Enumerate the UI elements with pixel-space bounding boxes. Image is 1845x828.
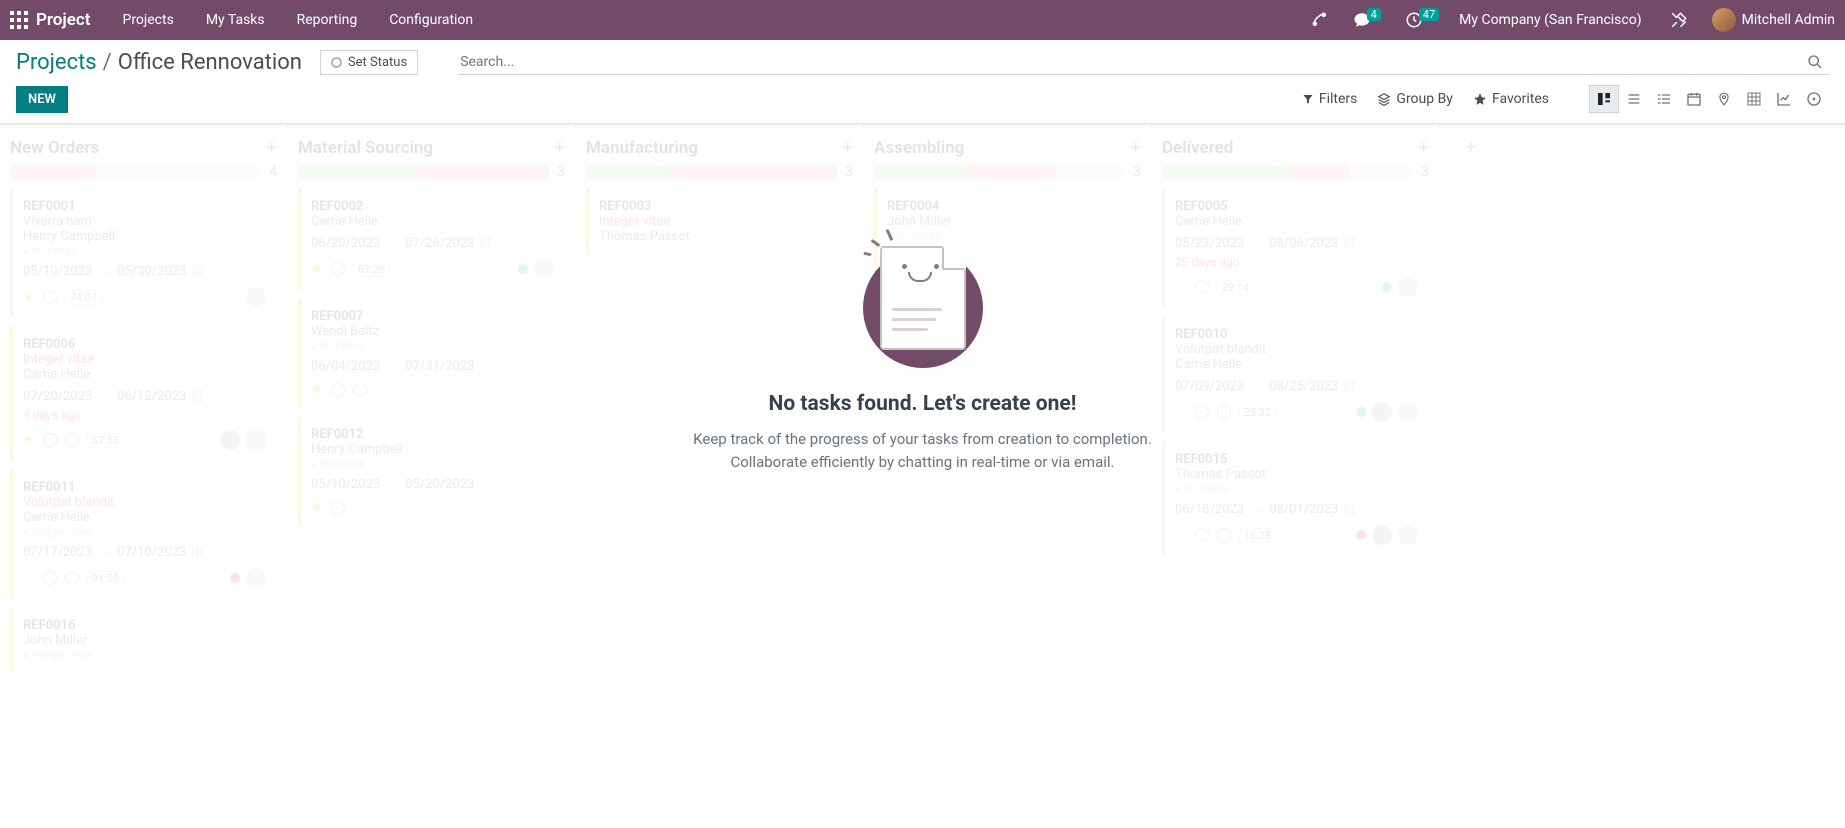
- view-list-button[interactable]: [1619, 85, 1649, 113]
- user-avatar-icon: [1712, 8, 1736, 32]
- empty-illustration-icon: [858, 228, 988, 368]
- main-navbar: Project Projects My Tasks Reporting Conf…: [0, 0, 1845, 40]
- favorites-label: Favorites: [1492, 91, 1549, 107]
- view-switcher: [1589, 85, 1829, 113]
- nav-reporting[interactable]: Reporting: [285, 12, 370, 28]
- breadcrumb-sep: /: [103, 50, 112, 75]
- view-list2-button[interactable]: [1649, 85, 1679, 113]
- breadcrumb-projects[interactable]: Projects: [16, 50, 97, 75]
- nav-my-tasks[interactable]: My Tasks: [194, 12, 277, 28]
- layers-icon: [1377, 92, 1391, 106]
- empty-state-overlay: No tasks found. Let's create one! Keep t…: [0, 128, 1845, 828]
- apps-icon[interactable]: [10, 11, 28, 29]
- favorites-button[interactable]: Favorites: [1473, 91, 1549, 107]
- voip-icon[interactable]: [1311, 11, 1329, 29]
- user-name: Mitchell Admin: [1742, 12, 1835, 28]
- user-menu[interactable]: Mitchell Admin: [1712, 8, 1835, 32]
- company-switcher[interactable]: My Company (San Francisco): [1455, 12, 1653, 28]
- activities-badge: 47: [1419, 8, 1439, 21]
- messages-icon[interactable]: 4: [1353, 11, 1381, 29]
- view-activity-button[interactable]: [1799, 85, 1829, 113]
- set-status-label: Set Status: [348, 55, 407, 70]
- activities-icon[interactable]: 47: [1405, 11, 1439, 29]
- group-by-button[interactable]: Group By: [1377, 91, 1453, 107]
- search-icon[interactable]: [1801, 54, 1829, 70]
- app-brand[interactable]: Project: [36, 10, 90, 30]
- breadcrumb: Projects / Office Rennovation: [16, 50, 302, 75]
- view-calendar-button[interactable]: [1679, 85, 1709, 113]
- star-icon: [1473, 92, 1487, 106]
- search-input[interactable]: [458, 50, 1801, 74]
- empty-title: No tasks found. Let's create one!: [769, 392, 1077, 416]
- empty-subtitle: Keep track of the progress of your tasks…: [693, 428, 1152, 473]
- group-by-label: Group By: [1396, 91, 1453, 107]
- breadcrumb-current: Office Rennovation: [118, 50, 302, 75]
- status-dot-icon: [331, 57, 342, 68]
- view-kanban-button[interactable]: [1589, 85, 1619, 113]
- funnel-icon: [1302, 93, 1314, 105]
- control-panel: Projects / Office Rennovation Set Status…: [0, 40, 1845, 124]
- view-graph-button[interactable]: [1769, 85, 1799, 113]
- search-box: [458, 50, 1829, 75]
- view-map-button[interactable]: [1709, 85, 1739, 113]
- new-button[interactable]: NEW: [16, 86, 68, 113]
- set-status-button[interactable]: Set Status: [320, 50, 418, 75]
- messages-badge: 4: [1367, 8, 1381, 21]
- filters-label: Filters: [1319, 91, 1358, 107]
- nav-configuration[interactable]: Configuration: [377, 12, 485, 28]
- view-pivot-button[interactable]: [1739, 85, 1769, 113]
- debug-icon[interactable]: [1670, 11, 1688, 29]
- filter-buttons: Filters Group By Favorites: [1302, 91, 1549, 107]
- filters-button[interactable]: Filters: [1302, 91, 1358, 107]
- nav-projects[interactable]: Projects: [110, 12, 185, 28]
